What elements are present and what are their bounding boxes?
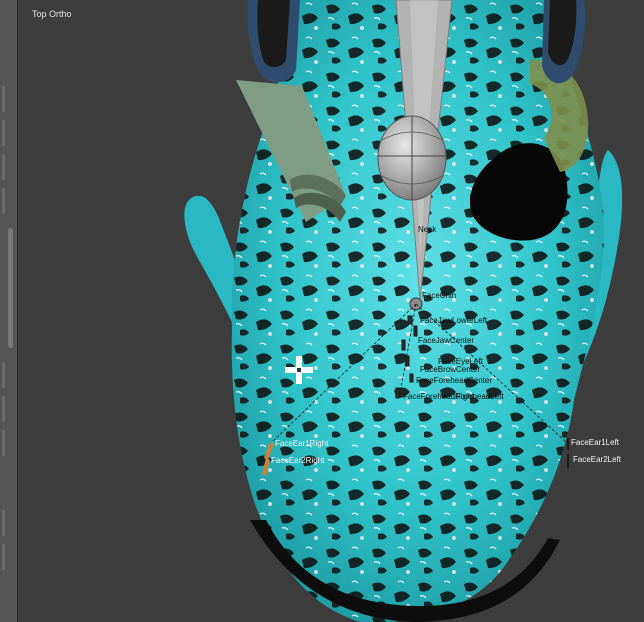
- bone-label-forehead-right[interactable]: FaceForeheadRight: [403, 392, 474, 401]
- toolbar-tab[interactable]: [2, 430, 5, 456]
- bone-label-neck[interactable]: Neck: [418, 225, 437, 234]
- toolbar-tab[interactable]: [2, 120, 5, 146]
- ear1-left-bone: [567, 438, 569, 450]
- toolbar-tab[interactable]: [2, 510, 5, 536]
- toolbar-tab[interactable]: [2, 396, 5, 422]
- toolbar-strip[interactable]: [0, 0, 18, 622]
- scrollbar-handle[interactable]: [8, 228, 13, 348]
- bone-label-face-chin[interactable]: FaceChin: [422, 291, 456, 300]
- bone-label-ear2-right[interactable]: FaceEar2Right: [271, 456, 325, 465]
- toolbar-tab[interactable]: [2, 86, 5, 112]
- bone-label-forehead-center[interactable]: FaceForeheadCenter: [416, 376, 492, 385]
- bone-label-jaw-lower-left[interactable]: FaceJawLowerLeft: [420, 316, 488, 325]
- bone-label-jaw-center[interactable]: FaceJawCenter: [418, 336, 474, 345]
- toolbar-tab[interactable]: [2, 188, 5, 214]
- bone-label-ear2-left[interactable]: FaceEar2Left: [573, 455, 622, 464]
- bone-label-ear1-right[interactable]: FaceEar1Right: [275, 439, 329, 448]
- ear2-left-bone: [567, 454, 569, 468]
- toolbar-tab[interactable]: [2, 362, 5, 388]
- model-render[interactable]: Neck FaceChin FaceJawLowerLeft FaceJawCe…: [0, 0, 644, 622]
- view-label: Top Ortho: [32, 9, 72, 19]
- top-gear-right: [542, 0, 586, 84]
- bone-label-brow-center[interactable]: FaceBrowCenter: [420, 365, 480, 374]
- top-gear-left: [247, 0, 300, 83]
- 3d-viewport[interactable]: Neck FaceChin FaceJawLowerLeft FaceJawCe…: [0, 0, 644, 622]
- toolbar-tab[interactable]: [2, 154, 5, 180]
- bone-label-ear1-left[interactable]: FaceEar1Left: [571, 438, 620, 447]
- toolbar-tab[interactable]: [2, 544, 5, 570]
